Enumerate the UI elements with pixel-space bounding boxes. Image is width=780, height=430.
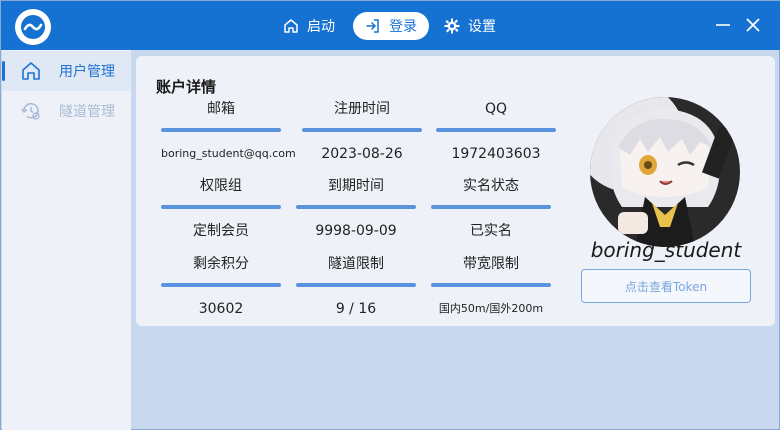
nav-settings-button[interactable]: 设置	[444, 12, 496, 40]
sidebar-item-label: 隧道管理	[59, 104, 115, 120]
field-label: 实名状态	[463, 178, 519, 194]
avatar	[590, 97, 740, 247]
nav-login-label: 登录	[389, 19, 417, 35]
field-value: boring_student@qq.com	[161, 147, 296, 160]
active-indicator	[2, 61, 5, 81]
field-divider	[296, 283, 416, 287]
account-details-title: 账户详情	[156, 78, 217, 96]
field-label: 带宽限制	[463, 256, 519, 272]
field-divider	[161, 205, 281, 209]
minimize-icon	[716, 24, 730, 26]
field-label: 邮箱	[207, 101, 235, 117]
field-qq: QQ 1972403603	[436, 99, 556, 164]
username: boring_student	[590, 238, 742, 262]
field-tunnel-limit: 隧道限制 9 / 16	[296, 254, 416, 319]
close-icon	[746, 18, 760, 32]
nav-settings-label: 设置	[468, 19, 496, 35]
field-permission-group: 权限组 定制会员	[161, 176, 281, 241]
sidebar-item-user-management[interactable]: 用户管理	[2, 51, 131, 91]
gear-icon	[444, 18, 460, 34]
field-value: 1972403603	[451, 146, 541, 162]
field-bandwidth-limit: 带宽限制 国内50m/国外200m	[431, 254, 551, 319]
title-bar: 启动 登录 设置	[1, 1, 780, 50]
field-label: 到期时间	[328, 178, 384, 194]
sidebar-item-label: 用户管理	[59, 64, 115, 80]
field-divider	[302, 128, 422, 132]
field-remaining-points: 剩余积分 30602	[161, 254, 281, 319]
nav-login-button[interactable]: 登录	[353, 12, 429, 40]
field-register-time: 注册时间 2023-08-26	[302, 99, 422, 164]
home-outline-icon	[20, 60, 42, 82]
account-details-card: 账户详情 邮箱 boring_student@qq.com 注册时间 2023-…	[136, 56, 775, 326]
field-value: 9998-09-09	[315, 223, 397, 239]
login-icon	[365, 18, 381, 34]
field-label: 剩余积分	[193, 256, 249, 272]
history-settings-icon	[20, 100, 42, 122]
minimize-button[interactable]	[713, 15, 733, 35]
app-logo-icon	[15, 9, 51, 45]
app-window: 启动 登录 设置 用户管理 隧道管理 账户详情 邮箱 boring_studen…	[0, 0, 780, 430]
sidebar-item-tunnel-management[interactable]: 隧道管理	[2, 91, 131, 131]
field-divider	[436, 128, 556, 132]
field-expire-time: 到期时间 9998-09-09	[296, 176, 416, 241]
field-label: 注册时间	[334, 101, 390, 117]
field-realname-status: 实名状态 已实名	[431, 176, 551, 241]
nav-start-label: 启动	[307, 19, 335, 35]
field-divider	[431, 205, 551, 209]
field-value: 国内50m/国外200m	[438, 302, 544, 315]
field-value: 已实名	[470, 223, 512, 239]
field-email: 邮箱 boring_student@qq.com	[161, 99, 296, 164]
field-divider	[161, 128, 281, 132]
close-button[interactable]	[743, 15, 763, 35]
sidebar: 用户管理 隧道管理	[2, 50, 131, 430]
field-label: QQ	[484, 101, 508, 117]
view-token-button[interactable]: 点击查看Token	[581, 269, 751, 303]
field-value: 30602	[198, 301, 244, 317]
field-divider	[296, 205, 416, 209]
field-divider	[161, 283, 281, 287]
field-value: 9 / 16	[335, 301, 377, 317]
field-value: 定制会员	[193, 223, 249, 239]
home-icon	[283, 18, 299, 34]
field-label: 权限组	[200, 178, 242, 194]
field-divider	[431, 283, 551, 287]
field-value: 2023-08-26	[321, 146, 403, 162]
field-label: 隧道限制	[328, 256, 384, 272]
nav-start-button[interactable]: 启动	[283, 12, 335, 40]
